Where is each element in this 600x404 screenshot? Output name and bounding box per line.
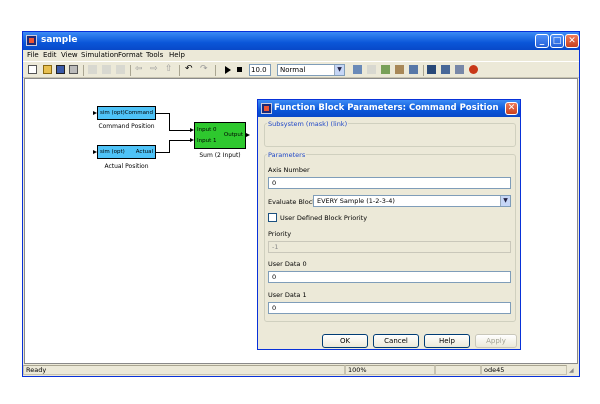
menu-view[interactable]: View bbox=[61, 51, 78, 59]
menu-file[interactable]: File bbox=[27, 51, 39, 59]
minimize-button[interactable]: _ bbox=[535, 34, 549, 48]
run-icon[interactable] bbox=[225, 66, 231, 74]
evaluate-block-value: EVERY Sample (1-2-3-4) bbox=[317, 197, 395, 205]
print-icon[interactable] bbox=[69, 65, 78, 74]
app-icon bbox=[26, 35, 37, 46]
menu-simulation[interactable]: Simulation bbox=[81, 51, 118, 59]
redo-icon[interactable]: ↷ bbox=[200, 65, 209, 74]
toolbar: ⇦ ⇨ ⇧ ↶ ↷ 10.0 Normal ▼ bbox=[23, 61, 579, 78]
stop-icon[interactable] bbox=[237, 67, 242, 72]
update-icon[interactable] bbox=[367, 65, 376, 74]
subsystem-label: Subsystem (mask) (link) bbox=[267, 120, 349, 128]
status-zoom: 100% bbox=[345, 365, 435, 375]
user-data-0-label: User Data 0 bbox=[268, 260, 307, 268]
dialog-close-button[interactable]: ✕ bbox=[505, 102, 518, 115]
sum-input-1: Input 1 bbox=[197, 138, 217, 144]
command-position-block[interactable]: sim (opt) Command bbox=[97, 106, 156, 120]
resize-grip-icon[interactable]: ◢ bbox=[569, 367, 574, 374]
block2-caption: Actual Position bbox=[104, 163, 149, 170]
menu-help[interactable]: Help bbox=[169, 51, 185, 59]
new-icon[interactable] bbox=[28, 65, 37, 74]
explorer-icon[interactable] bbox=[441, 65, 450, 74]
priority-label: Priority bbox=[268, 230, 292, 238]
stop-time-input[interactable]: 10.0 bbox=[249, 64, 271, 76]
open-icon[interactable] bbox=[43, 65, 52, 74]
user-data-1-input[interactable]: 0 bbox=[268, 302, 511, 314]
browser-icon[interactable] bbox=[427, 65, 436, 74]
sum-output-port: Output bbox=[223, 132, 243, 138]
maximize-button[interactable]: □ bbox=[550, 34, 564, 48]
apply-button[interactable]: Apply bbox=[475, 334, 517, 348]
dialog-title: Function Block Parameters: Command Posit… bbox=[274, 103, 499, 113]
debug-icon[interactable] bbox=[409, 65, 418, 74]
priority-input: -1 bbox=[268, 241, 511, 253]
sim-mode-select[interactable]: Normal ▼ bbox=[277, 64, 345, 76]
axis-number-input[interactable]: 0 bbox=[268, 177, 511, 189]
block1-input-port: sim (opt) bbox=[100, 110, 125, 116]
sum-input-0: Input 0 bbox=[197, 127, 217, 133]
window-title: sample bbox=[41, 35, 78, 45]
status-solver: ode45 bbox=[481, 365, 567, 375]
menu-tools[interactable]: Tools bbox=[146, 51, 163, 59]
title-bar: sample _ □ ✕ bbox=[23, 32, 579, 50]
priority-checkbox-label: User Defined Block Priority bbox=[280, 214, 368, 222]
paste-icon[interactable] bbox=[116, 65, 125, 74]
up-icon[interactable]: ⇧ bbox=[165, 65, 174, 74]
actual-position-block[interactable]: sim (opt) Actual bbox=[97, 145, 156, 159]
back-icon[interactable]: ⇦ bbox=[135, 65, 144, 74]
library-icon[interactable] bbox=[381, 65, 390, 74]
block2-input-port: sim (opt) bbox=[100, 149, 125, 155]
chevron-down-icon: ▼ bbox=[500, 196, 510, 206]
list-icon[interactable] bbox=[455, 65, 464, 74]
forward-icon[interactable]: ⇨ bbox=[150, 65, 159, 74]
cut-icon[interactable] bbox=[88, 65, 97, 74]
sum-block[interactable]: Input 0 Input 1 Output bbox=[194, 122, 246, 149]
cancel-button[interactable]: Cancel bbox=[373, 334, 419, 348]
debugger-icon[interactable] bbox=[469, 65, 478, 74]
ok-button[interactable]: OK bbox=[322, 334, 368, 348]
sim-mode-value: Normal bbox=[280, 66, 306, 74]
block2-output-port: Actual bbox=[135, 149, 153, 155]
dialog-title-bar: Function Block Parameters: Command Posit… bbox=[258, 100, 520, 117]
menu-edit[interactable]: Edit bbox=[43, 51, 57, 59]
save-icon[interactable] bbox=[56, 65, 65, 74]
axis-number-label: Axis Number bbox=[268, 166, 310, 174]
function-block-parameters-dialog: Function Block Parameters: Command Posit… bbox=[257, 99, 521, 350]
dialog-app-icon bbox=[261, 103, 272, 114]
status-text: Ready bbox=[23, 365, 345, 375]
parameters-label: Parameters bbox=[267, 151, 307, 159]
status-bar: Ready 100% ode45 ◢ bbox=[23, 365, 579, 376]
menu-format[interactable]: Format bbox=[118, 51, 143, 59]
help-button[interactable]: Help bbox=[424, 334, 470, 348]
user-data-1-label: User Data 1 bbox=[268, 291, 307, 299]
menu-bar: File Edit View Simulation Format Tools H… bbox=[23, 50, 579, 61]
status-empty bbox=[435, 365, 481, 375]
priority-checkbox[interactable] bbox=[268, 213, 277, 222]
chevron-down-icon: ▼ bbox=[334, 65, 344, 75]
model-explorer-icon[interactable] bbox=[395, 65, 404, 74]
evaluate-block-label: Evaluate Block bbox=[268, 198, 317, 206]
undo-icon[interactable]: ↶ bbox=[185, 65, 194, 74]
build-icon[interactable] bbox=[353, 65, 362, 74]
close-button[interactable]: ✕ bbox=[565, 34, 579, 48]
user-data-0-input[interactable]: 0 bbox=[268, 271, 511, 283]
block1-caption: Command Position bbox=[98, 123, 155, 130]
evaluate-block-select[interactable]: EVERY Sample (1-2-3-4) ▼ bbox=[313, 195, 511, 207]
sum-caption: Sum (2 Input) bbox=[199, 152, 241, 159]
block1-output-port: Command bbox=[124, 110, 153, 116]
copy-icon[interactable] bbox=[102, 65, 111, 74]
